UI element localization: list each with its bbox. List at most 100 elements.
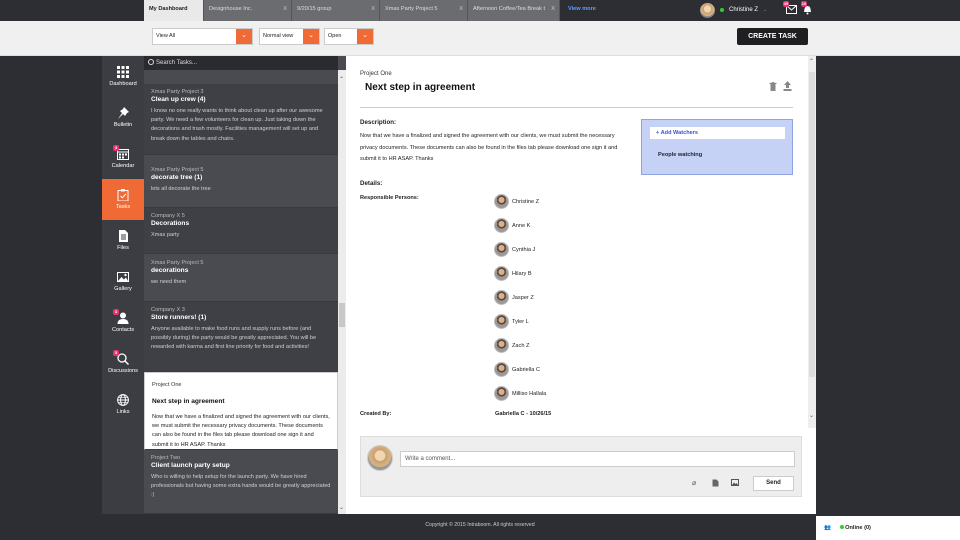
user-menu[interactable]: Christine Z ⌄: [700, 2, 767, 18]
close-icon[interactable]: X: [551, 0, 555, 19]
person-name: Cynthia J: [512, 246, 536, 253]
list-item[interactable]: Project Two Client launch party setup Wh…: [144, 450, 338, 514]
avatar: [494, 242, 509, 257]
person-item[interactable]: Zach Z: [494, 338, 529, 353]
sidebar-item-gallery[interactable]: Gallery: [102, 261, 144, 302]
sidebar-item-links[interactable]: Links: [102, 384, 144, 425]
task-title: decorate tree (1): [151, 174, 203, 181]
tab-label: 9/20/15 group: [297, 6, 332, 12]
person-item[interactable]: Christine Z: [494, 194, 539, 209]
close-icon[interactable]: X: [459, 0, 463, 19]
task-project: Company X 5: [151, 213, 185, 219]
list-item-selected[interactable]: Project One Next step in agreement Now t…: [144, 372, 338, 450]
upload-icon[interactable]: [783, 81, 792, 91]
person-item[interactable]: Cynthia J: [494, 242, 535, 257]
tab-designhouse[interactable]: Designhouse Inc. X: [204, 0, 292, 21]
person-item[interactable]: Gabriella C: [494, 362, 540, 377]
task-project: Xmas Party Project 5: [151, 167, 204, 173]
select-value: Normal view: [263, 33, 294, 39]
avatar: [494, 386, 509, 401]
mail-count-badge: 49: [783, 1, 789, 7]
sidebar-item-contacts[interactable]: 3 Contacts: [102, 302, 144, 343]
sidebar-item-files[interactable]: Files: [102, 220, 144, 261]
list-item[interactable]: Xmas Party Project 5 decorations we need…: [144, 255, 338, 302]
chevron-down-icon: ⌄: [236, 29, 252, 44]
online-users-widget[interactable]: 👥 Online (0): [816, 516, 960, 540]
person-item[interactable]: Jasper Z: [494, 290, 534, 305]
gallery-icon: [117, 272, 129, 282]
chevron-up-icon[interactable]: ⌃: [809, 58, 814, 65]
chevron-down-icon[interactable]: ⌄: [339, 504, 344, 511]
person-item[interactable]: Milliso Hallala: [494, 386, 546, 401]
task-title: Decorations: [151, 220, 190, 227]
select-value: Open: [328, 33, 342, 39]
tab-xmas-party[interactable]: Xmas Party Project 5 X: [380, 0, 468, 21]
chevron-down-icon: ⌄: [357, 29, 373, 44]
avatar: [700, 2, 715, 18]
avatar: [494, 338, 509, 353]
person-item[interactable]: Tyler L: [494, 314, 529, 329]
avatar: [367, 445, 393, 471]
chevron-down-icon[interactable]: ⌄: [809, 412, 814, 419]
tab-coffee-break[interactable]: Afternoon Coffee/Tea Break t X: [468, 0, 560, 21]
tab-label: Afternoon Coffee/Tea Break t: [473, 6, 546, 12]
right-gutter: [816, 56, 960, 514]
task-description: lets all decorate the tree: [151, 186, 211, 192]
trash-icon[interactable]: [769, 82, 777, 91]
view-more-link[interactable]: View more: [568, 0, 596, 19]
task-project: Xmas Party Project 5: [151, 260, 204, 266]
task-description: I know no one really wants to think abou…: [151, 108, 323, 142]
scrollbar-thumb[interactable]: [339, 303, 345, 327]
scrollbar-thumb[interactable]: [809, 72, 815, 377]
image-icon[interactable]: [731, 479, 739, 486]
task-description: Now that we have a finalized and signed …: [152, 414, 330, 448]
sidebar-item-label: Gallery: [114, 286, 132, 292]
sidebar-item-calendar[interactable]: 3 Calendar: [102, 138, 144, 179]
close-icon[interactable]: X: [283, 0, 287, 19]
sidebar-item-dashboard[interactable]: Dashboard: [102, 56, 144, 97]
task-list-scrollbar[interactable]: ⌃ ⌄: [338, 70, 346, 514]
list-item[interactable]: Xmas Party Project 5 decorate tree (1) l…: [144, 162, 338, 208]
list-item[interactable]: Company X 3 Store runners! (1) Anyone av…: [144, 302, 338, 372]
select-value: View All: [156, 33, 176, 39]
create-task-button[interactable]: CREATE TASK: [737, 28, 808, 45]
view-mode-select[interactable]: Normal view ⌄: [259, 28, 320, 45]
send-button[interactable]: Send: [753, 476, 794, 491]
contacts-badge: 3: [113, 309, 119, 315]
task-description: we need them: [151, 279, 187, 285]
avatar: [494, 290, 509, 305]
chevron-up-icon[interactable]: ⌃: [339, 76, 344, 83]
task-project: Project One: [152, 382, 182, 388]
sidebar-item-bulletin[interactable]: Bulletin: [102, 97, 144, 138]
sidebar-item-discussions[interactable]: 3 Discussions: [102, 343, 144, 384]
mail-icon[interactable]: 49: [783, 1, 797, 14]
bell-icon[interactable]: 10: [801, 1, 812, 15]
user-name: Christine Z: [729, 7, 759, 13]
details-label: Details:: [360, 180, 383, 187]
paperclip-icon[interactable]: ⌀: [692, 479, 696, 487]
notification-count-badge: 10: [801, 1, 807, 7]
online-count: Online (0): [845, 525, 871, 531]
document-icon[interactable]: [712, 479, 719, 487]
person-item[interactable]: Anne K: [494, 218, 530, 233]
list-item[interactable]: Company X 5 Decorations Xmas party: [144, 208, 338, 254]
add-watchers-button[interactable]: + Add Watchers: [650, 127, 785, 139]
person-name: Christine Z: [512, 198, 540, 205]
sidebar-item-tasks[interactable]: Tasks: [102, 179, 144, 220]
list-item[interactable]: Xmas Party Project 3 Clean up crew (4) I…: [144, 84, 338, 155]
person-item[interactable]: Hilary B: [494, 266, 532, 281]
tab-my-dashboard[interactable]: My Dashboard: [144, 0, 204, 21]
comment-input[interactable]: Write a comment...: [400, 451, 795, 467]
clipboard-icon: [117, 189, 129, 201]
tab-label: My Dashboard: [149, 6, 188, 12]
task-list: Search Tasks... Xmas Party Project 3 Cle…: [144, 56, 346, 514]
divider: [360, 107, 793, 108]
tab-group[interactable]: 9/20/15 group X: [292, 0, 380, 21]
search-icon: [148, 59, 154, 65]
close-icon[interactable]: X: [371, 0, 375, 19]
comment-placeholder: Write a comment...: [405, 456, 456, 462]
view-filter-select[interactable]: View All ⌄: [152, 28, 253, 45]
status-select[interactable]: Open ⌄: [324, 28, 374, 45]
search-input[interactable]: Search Tasks...: [144, 56, 338, 70]
detail-scrollbar[interactable]: ⌃ ⌄: [808, 56, 816, 428]
